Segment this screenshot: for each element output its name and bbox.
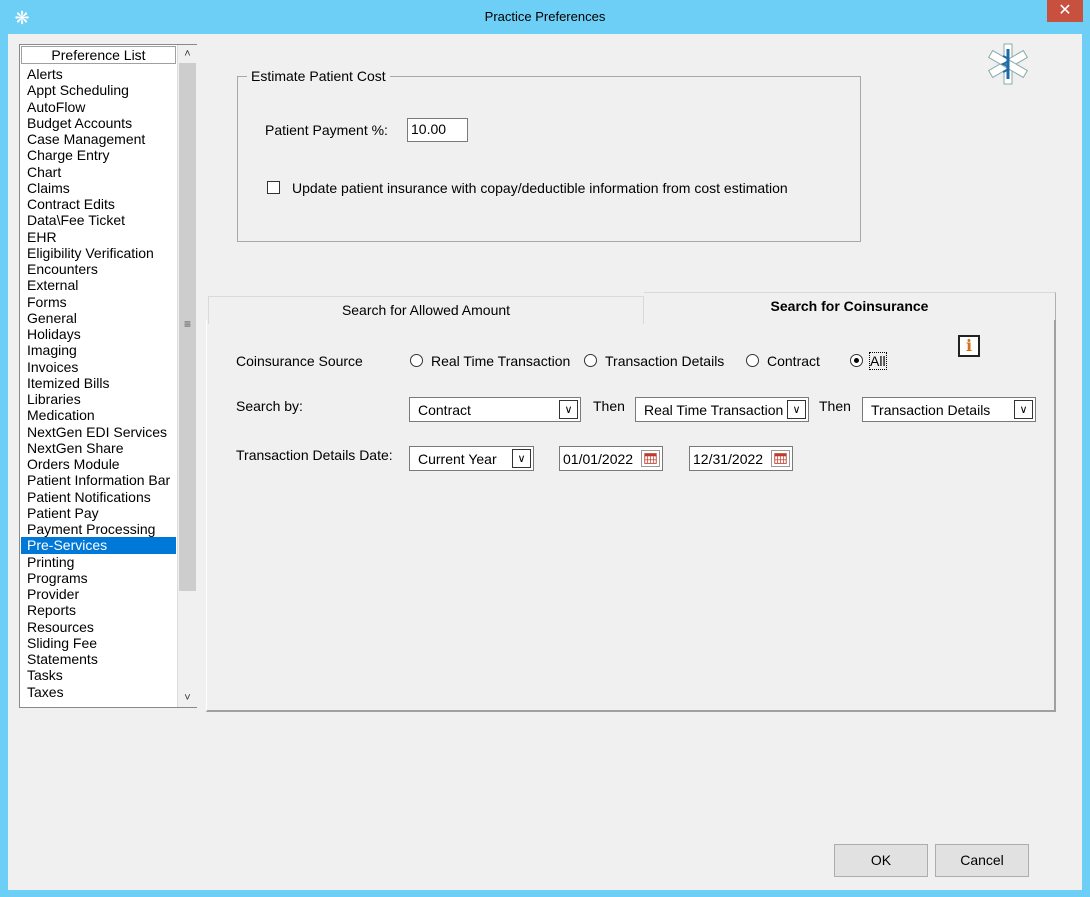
radio-contract[interactable] xyxy=(746,354,759,367)
list-item[interactable]: AutoFlow xyxy=(21,99,176,115)
list-item[interactable]: EHR xyxy=(21,229,176,245)
list-item[interactable]: Chart xyxy=(21,164,176,180)
list-item[interactable]: Patient Pay xyxy=(21,505,176,521)
chevron-down-icon[interactable]: ∨ xyxy=(512,449,531,468)
radio-contract-label[interactable]: Contract xyxy=(767,353,820,369)
list-item[interactable]: NextGen Share xyxy=(21,440,176,456)
patient-payment-label: Patient Payment %: xyxy=(265,122,388,138)
coinsurance-tab-panel xyxy=(206,320,1056,712)
list-item[interactable]: Contract Edits xyxy=(21,196,176,212)
ok-button[interactable]: OK xyxy=(834,844,928,877)
coinsurance-source-label: Coinsurance Source xyxy=(236,353,363,369)
search-by-first-value: Contract xyxy=(418,402,471,418)
list-item[interactable]: External xyxy=(21,277,176,293)
list-item[interactable]: Claims xyxy=(21,180,176,196)
radio-real-time-transaction[interactable] xyxy=(410,354,423,367)
calendar-icon[interactable] xyxy=(641,450,660,467)
list-item[interactable]: Programs xyxy=(21,570,176,586)
list-item[interactable]: Patient Information Bar xyxy=(21,472,176,488)
update-insurance-label[interactable]: Update patient insurance with copay/dedu… xyxy=(292,180,788,196)
scroll-up-arrow-icon[interactable]: ˄ xyxy=(178,45,197,63)
list-item[interactable]: Holidays xyxy=(21,326,176,342)
title-bar: ❋ Practice Preferences ✕ xyxy=(0,0,1090,34)
radio-transaction-details[interactable] xyxy=(584,354,597,367)
preference-list-scrollbar[interactable]: ˄ ≡ ˅ xyxy=(177,45,197,707)
list-item[interactable]: Charge Entry xyxy=(21,147,176,163)
info-icon[interactable]: i xyxy=(958,335,980,357)
end-date-value: 12/31/2022 xyxy=(693,451,764,467)
grip-icon: ≡ xyxy=(183,317,191,331)
update-insurance-checkbox[interactable] xyxy=(267,181,280,194)
radio-real-time-transaction-label[interactable]: Real Time Transaction xyxy=(431,353,570,369)
list-item[interactable]: Tasks xyxy=(21,667,176,683)
list-item[interactable]: Payment Processing xyxy=(21,521,176,537)
chevron-down-icon[interactable]: ∨ xyxy=(1014,400,1033,419)
list-item[interactable]: Libraries xyxy=(21,391,176,407)
list-item[interactable]: Taxes xyxy=(21,684,176,700)
scroll-down-arrow-icon[interactable]: ˅ xyxy=(178,689,197,707)
cancel-button[interactable]: Cancel xyxy=(935,844,1029,877)
search-by-second-combo[interactable]: Real Time Transaction ∨ xyxy=(635,397,809,422)
radio-all[interactable] xyxy=(850,354,863,367)
tab-search-coinsurance[interactable]: Search for Coinsurance xyxy=(644,292,1056,320)
end-date-field[interactable]: 12/31/2022 xyxy=(689,446,793,471)
preference-list-header: Preference List xyxy=(21,46,176,64)
list-item[interactable]: Orders Module xyxy=(21,456,176,472)
list-item[interactable]: Forms xyxy=(21,294,176,310)
list-item[interactable]: Case Management xyxy=(21,131,176,147)
search-by-first-combo[interactable]: Contract ∨ xyxy=(409,397,581,422)
list-item[interactable]: Printing xyxy=(21,554,176,570)
close-button[interactable]: ✕ xyxy=(1047,0,1083,22)
list-item[interactable]: Statements xyxy=(21,651,176,667)
preference-list[interactable]: Preference List Alerts Appt Scheduling Aut… xyxy=(19,44,197,708)
list-item[interactable]: General xyxy=(21,310,176,326)
list-item[interactable]: Medication xyxy=(21,407,176,423)
window-title: Practice Preferences xyxy=(484,9,606,24)
list-item[interactable]: Resources xyxy=(21,619,176,635)
list-item[interactable]: Provider xyxy=(21,586,176,602)
estimate-patient-cost-group: Estimate Patient Cost Patient Payment %:… xyxy=(237,68,861,242)
chevron-down-icon[interactable]: ∨ xyxy=(787,400,806,419)
estimate-group-legend: Estimate Patient Cost xyxy=(247,68,390,84)
list-item[interactable]: Appt Scheduling xyxy=(21,82,176,98)
transaction-details-date-label: Transaction Details Date: xyxy=(236,447,393,463)
preference-list-items: Alerts Appt Scheduling AutoFlow Budget Acco… xyxy=(21,66,176,700)
list-item[interactable]: Alerts xyxy=(21,66,176,82)
radio-all-label[interactable]: All xyxy=(869,352,887,370)
date-range-combo[interactable]: Current Year ∨ xyxy=(409,446,534,471)
calendar-icon[interactable] xyxy=(771,450,790,467)
date-range-value: Current Year xyxy=(418,451,497,467)
scroll-thumb[interactable]: ≡ xyxy=(179,63,196,591)
patient-payment-input[interactable]: 10.00 xyxy=(407,118,468,142)
start-date-field[interactable]: 01/01/2022 xyxy=(559,446,663,471)
list-item[interactable]: NextGen EDI Services xyxy=(21,424,176,440)
list-item[interactable]: Data\Fee Ticket xyxy=(21,212,176,228)
then-label-2: Then xyxy=(819,398,851,414)
then-label-1: Then xyxy=(593,398,625,414)
chevron-down-icon[interactable]: ∨ xyxy=(559,400,578,419)
list-item[interactable]: Pre-Services xyxy=(21,537,176,554)
list-item[interactable]: Encounters xyxy=(21,261,176,277)
star-of-life-icon xyxy=(987,43,1029,85)
start-date-value: 01/01/2022 xyxy=(563,451,634,467)
radio-transaction-details-label[interactable]: Transaction Details xyxy=(605,353,724,369)
dialog-body: Preference List Alerts Appt Scheduling Aut… xyxy=(8,34,1082,890)
list-item[interactable]: Itemized Bills xyxy=(21,375,176,391)
search-by-third-value: Transaction Details xyxy=(871,402,991,418)
list-item[interactable]: Eligibility Verification xyxy=(21,245,176,261)
search-by-second-value: Real Time Transaction xyxy=(644,402,784,418)
list-item[interactable]: Budget Accounts xyxy=(21,115,176,131)
list-item[interactable]: Invoices xyxy=(21,359,176,375)
list-item[interactable]: Sliding Fee xyxy=(21,635,176,651)
list-item[interactable]: Imaging xyxy=(21,342,176,358)
search-by-label: Search by: xyxy=(236,398,303,414)
search-by-third-combo[interactable]: Transaction Details ∨ xyxy=(862,397,1036,422)
list-item[interactable]: Reports xyxy=(21,602,176,618)
list-item[interactable]: Patient Notifications xyxy=(21,489,176,505)
